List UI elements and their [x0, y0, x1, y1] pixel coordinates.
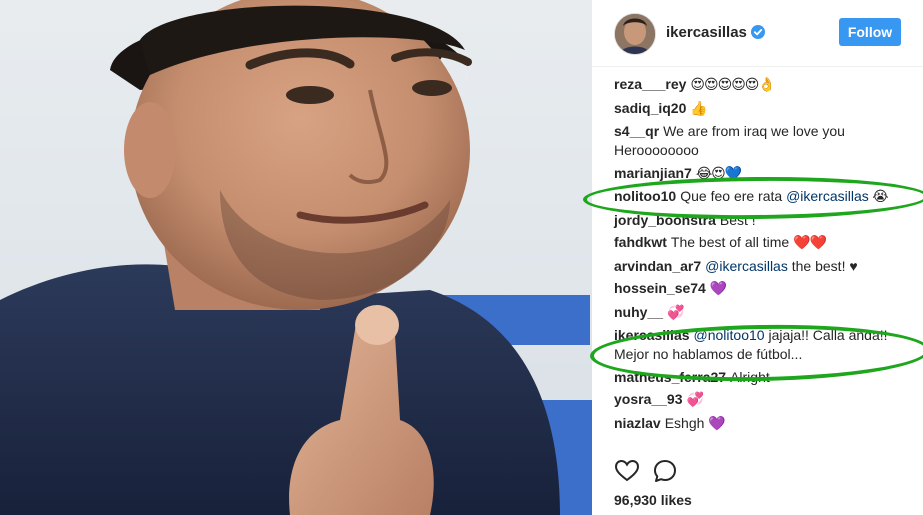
post-photo[interactable] — [0, 0, 592, 515]
comment-text: Alright — [730, 368, 770, 385]
comment-item: fahdkwt The best of all time ❤️❤️ — [614, 233, 914, 253]
comment-emoji: 💜 — [709, 281, 727, 297]
follow-button[interactable]: Follow — [839, 18, 901, 46]
instagram-post-view: ikercasillas Follow reza___rey 😍😍😍😍😍👌 sadi… — [0, 0, 923, 515]
comment-item: reza___rey 😍😍😍😍😍👌 — [614, 75, 914, 95]
comment-emoji: 💜 — [708, 415, 725, 432]
comment-author[interactable]: jordy_boonstra — [614, 212, 716, 228]
comment-author[interactable]: niazlav — [614, 415, 661, 431]
comment-item: arvindan_ar7 @ikercasillas the best! ♥ — [614, 257, 914, 276]
comment-item: nolitoo10 Que feo ere rata @ikercasillas … — [614, 187, 914, 207]
likes-count[interactable]: 96,930 likes — [614, 492, 692, 508]
comment-mention-link[interactable]: @ikercasillas — [786, 188, 869, 204]
comment-author[interactable]: fahdkwt — [614, 234, 667, 250]
comment-item: niazlav Eshgh 💜 — [614, 414, 914, 434]
post-photo-graphic — [0, 0, 592, 515]
comment-author[interactable]: yosra__93 — [614, 391, 683, 407]
comment-author[interactable]: nolitoo10 — [614, 188, 676, 204]
avatar-graphic — [615, 14, 655, 54]
comment-mention-link[interactable]: @ikercasillas — [705, 258, 788, 274]
comment-emoji: 💞 — [686, 392, 704, 408]
comment-emoji: 😭 — [868, 189, 888, 205]
comment-item: sadiq_iq20 👍 — [614, 99, 914, 119]
comment-item: jordy_boonstra Best ! — [614, 211, 914, 230]
comment-text: Que feo ere rata — [680, 188, 787, 204]
comment-author[interactable]: marianjian7 — [614, 165, 692, 181]
comment-emoji: 💞 — [667, 304, 684, 321]
comment-text: The best of all time — [670, 234, 794, 250]
comment-item: nuhy__ 💞 — [614, 303, 914, 323]
avatar[interactable] — [614, 13, 656, 55]
comment-author[interactable]: matheus_ferra27 — [614, 369, 726, 385]
heart-outline-icon[interactable] — [614, 458, 640, 484]
comment-item: yosra__93 💞 — [614, 390, 914, 410]
post-username[interactable]: ikercasillas — [666, 24, 747, 41]
comment-author[interactable]: arvindan_ar7 — [614, 258, 701, 274]
comment-emoji: 👍 — [690, 100, 707, 117]
comment-item: s4__qr We are from iraq we love you Heroo… — [614, 122, 914, 160]
comment-author[interactable]: ikercasillas — [614, 327, 690, 343]
comment-author[interactable]: hossein_se74 — [614, 280, 706, 296]
comment-item: hossein_se74 💜 — [614, 279, 914, 299]
comment-item: ikercasillas @nolitoo10 jajaja!! Calla an… — [614, 326, 914, 364]
comment-item: marianjian7 😂😍💙 — [614, 164, 914, 184]
verified-badge-icon — [751, 25, 765, 39]
post-actions — [614, 458, 914, 484]
post-header: ikercasillas Follow — [592, 0, 923, 67]
comment-item: matheus_ferra27 Alright — [614, 368, 914, 387]
comment-text: the best! ♥ — [787, 257, 858, 274]
comment-list: reza___rey 😍😍😍😍😍👌 sadiq_iq20 👍 s4__qr We are … — [614, 75, 914, 437]
comment-author[interactable]: sadiq_iq20 — [614, 100, 686, 116]
comment-mention-link[interactable]: @nolitoo10 — [694, 327, 765, 343]
comment-emoji: 😂😍💙 — [695, 165, 742, 182]
comment-text: Eshgh — [664, 414, 709, 431]
comment-emoji: ❤️❤️ — [793, 235, 827, 251]
comment-author[interactable]: nuhy__ — [614, 304, 663, 320]
post-side-panel: ikercasillas Follow reza___rey 😍😍😍😍😍👌 sadi… — [582, 0, 923, 515]
comment-author[interactable]: reza___rey — [614, 76, 686, 92]
comment-text: Best ! — [719, 211, 756, 228]
comment-author[interactable]: s4__qr — [614, 123, 659, 139]
comment-emoji: 😍😍😍😍😍👌 — [690, 77, 775, 93]
speech-bubble-icon[interactable] — [652, 458, 678, 484]
